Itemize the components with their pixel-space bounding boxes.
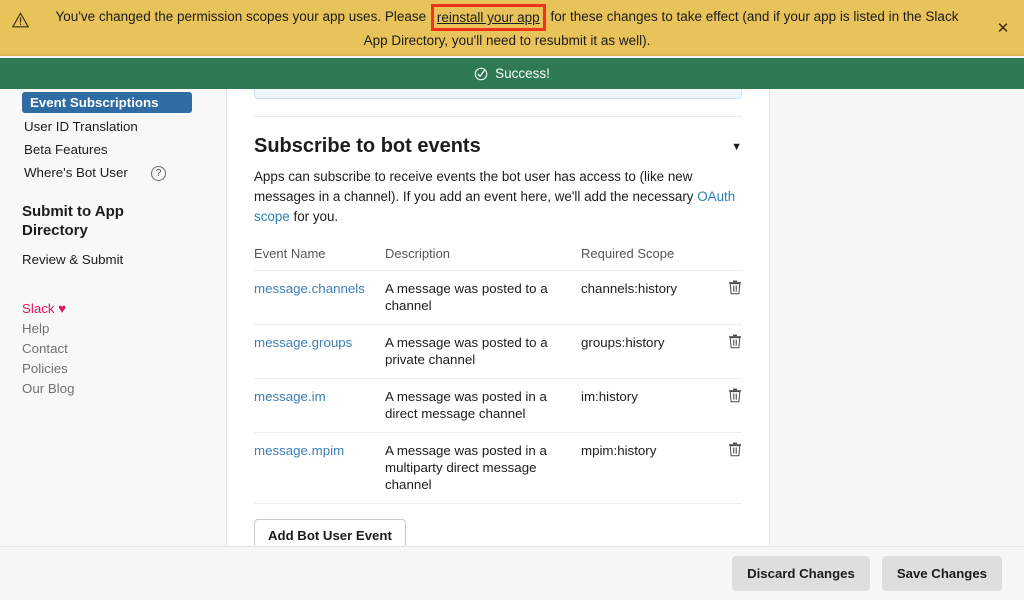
permission-warning-banner: You've changed the permission scopes you… [0, 0, 1024, 56]
sidebar-item-wheres-bot-user[interactable]: Where's Bot User ? [18, 162, 214, 182]
cell-delete-action [706, 324, 742, 379]
table-row: message.channels A message was posted to… [254, 270, 742, 325]
chevron-down-icon[interactable]: ▼ [731, 141, 742, 153]
column-header-actions [706, 246, 742, 271]
discard-changes-button[interactable]: Discard Changes [732, 556, 870, 591]
footer-link-contact[interactable]: Contact [22, 341, 204, 356]
cell-required-scope: im:history [581, 378, 706, 433]
cell-description: A message was posted to a private channe… [385, 324, 581, 379]
footer-link-our-blog[interactable]: Our Blog [22, 381, 204, 396]
column-header-required-scope: Required Scope [581, 246, 675, 261]
sidebar-item-review-and-submit[interactable]: Review & Submit [22, 252, 204, 267]
add-bot-user-event-button[interactable]: Add Bot User Event [254, 519, 406, 545]
right-gutter [770, 89, 1024, 545]
event-name-link[interactable]: message.mpim [254, 443, 344, 458]
cell-event-name: message.groups [254, 324, 385, 379]
warning-triangle-icon [11, 12, 30, 28]
event-name-link[interactable]: message.groups [254, 335, 352, 350]
sidebar-item-event-subscriptions[interactable]: Event Subscriptions [22, 92, 192, 113]
cell-description: A message was posted to a channel [385, 270, 581, 325]
content-divider [254, 116, 742, 117]
section-description: Apps can subscribe to receive events the… [254, 167, 742, 227]
table-row: message.mpim A message was posted in a m… [254, 432, 742, 503]
main-content-panel: a new, compact format. Learn more. Subsc… [227, 89, 770, 545]
cell-required-scope: mpim:history [581, 432, 706, 503]
sidebar-item-beta-features[interactable]: Beta Features [18, 139, 214, 159]
slack-brand-link[interactable]: Slack ♥ [22, 301, 204, 316]
cell-description: A message was posted in a direct message… [385, 378, 581, 433]
trash-icon[interactable] [728, 442, 742, 457]
cell-event-name: message.channels [254, 270, 385, 325]
trash-icon[interactable] [728, 280, 742, 295]
column-header-description: Description [385, 246, 451, 261]
table-row: message.groups A message was posted to a… [254, 324, 742, 379]
body-wrapper: Event Subscriptions User ID Translation … [0, 89, 1024, 545]
bot-events-table: Event Name Description Required Scope me… [254, 246, 742, 503]
trash-icon[interactable] [728, 334, 742, 349]
cell-event-name: message.im [254, 378, 385, 433]
subscribe-bot-events-header: Subscribe to bot events ▼ [254, 135, 742, 158]
sidebar-item-label: User ID Translation [24, 118, 138, 134]
event-name-link[interactable]: message.im [254, 389, 326, 404]
reinstall-app-link[interactable]: reinstall your app [437, 10, 540, 25]
cell-event-name: message.mpim [254, 432, 385, 503]
success-banner-label: Success! [495, 66, 550, 81]
sidebar-item-label: Event Subscriptions [30, 94, 159, 110]
close-icon[interactable]: ✕ [994, 19, 1012, 37]
footer-link-policies[interactable]: Policies [22, 361, 204, 376]
success-banner: Success! [0, 58, 1024, 89]
help-circle-icon[interactable]: ? [151, 164, 166, 181]
sidebar-section-heading: Submit to App Directory [22, 203, 124, 239]
warning-banner-text: You've changed the permission scopes you… [32, 3, 992, 51]
bottom-action-bar: Discard Changes Save Changes [0, 546, 1024, 600]
cell-delete-action [706, 378, 742, 433]
footer-link-help[interactable]: Help [22, 321, 204, 336]
column-header-event-name: Event Name [254, 246, 326, 261]
table-body: message.channels A message was posted to… [254, 270, 742, 503]
table-header: Event Name Description Required Scope [254, 246, 742, 271]
app-page: You've changed the permission scopes you… [0, 0, 1024, 600]
cell-required-scope: groups:history [581, 324, 706, 379]
cell-required-scope: channels:history [581, 270, 706, 325]
sidebar-item-user-id-translation[interactable]: User ID Translation [18, 116, 214, 136]
event-name-link[interactable]: message.channels [254, 281, 365, 296]
reinstall-app-highlight: reinstall your app [430, 4, 546, 31]
page-title: Subscribe to bot events [254, 135, 481, 157]
check-circle-icon [474, 67, 488, 81]
cell-description: A message was posted in a multiparty dir… [385, 432, 581, 503]
trash-icon[interactable] [728, 388, 742, 403]
sidebar-nav: Event Subscriptions User ID Translation … [0, 89, 227, 545]
section-description-part1: Apps can subscribe to receive events the… [254, 169, 694, 204]
cell-delete-action [706, 270, 742, 325]
table-row: message.im A message was posted in a dir… [254, 378, 742, 433]
section-description-part2: for you. [293, 209, 339, 224]
sidebar-footer: Slack ♥ Help Contact Policies Our Blog [22, 301, 204, 396]
cell-delete-action [706, 432, 742, 503]
sidebar-item-label: Where's Bot User [24, 164, 128, 180]
sidebar-item-label: Beta Features [24, 141, 108, 157]
table-bottom-border [254, 503, 742, 504]
compact-format-info-box: a new, compact format. Learn more. [254, 89, 742, 99]
save-changes-button[interactable]: Save Changes [881, 556, 1002, 591]
warning-text-before: You've changed the permission scopes you… [55, 9, 427, 24]
